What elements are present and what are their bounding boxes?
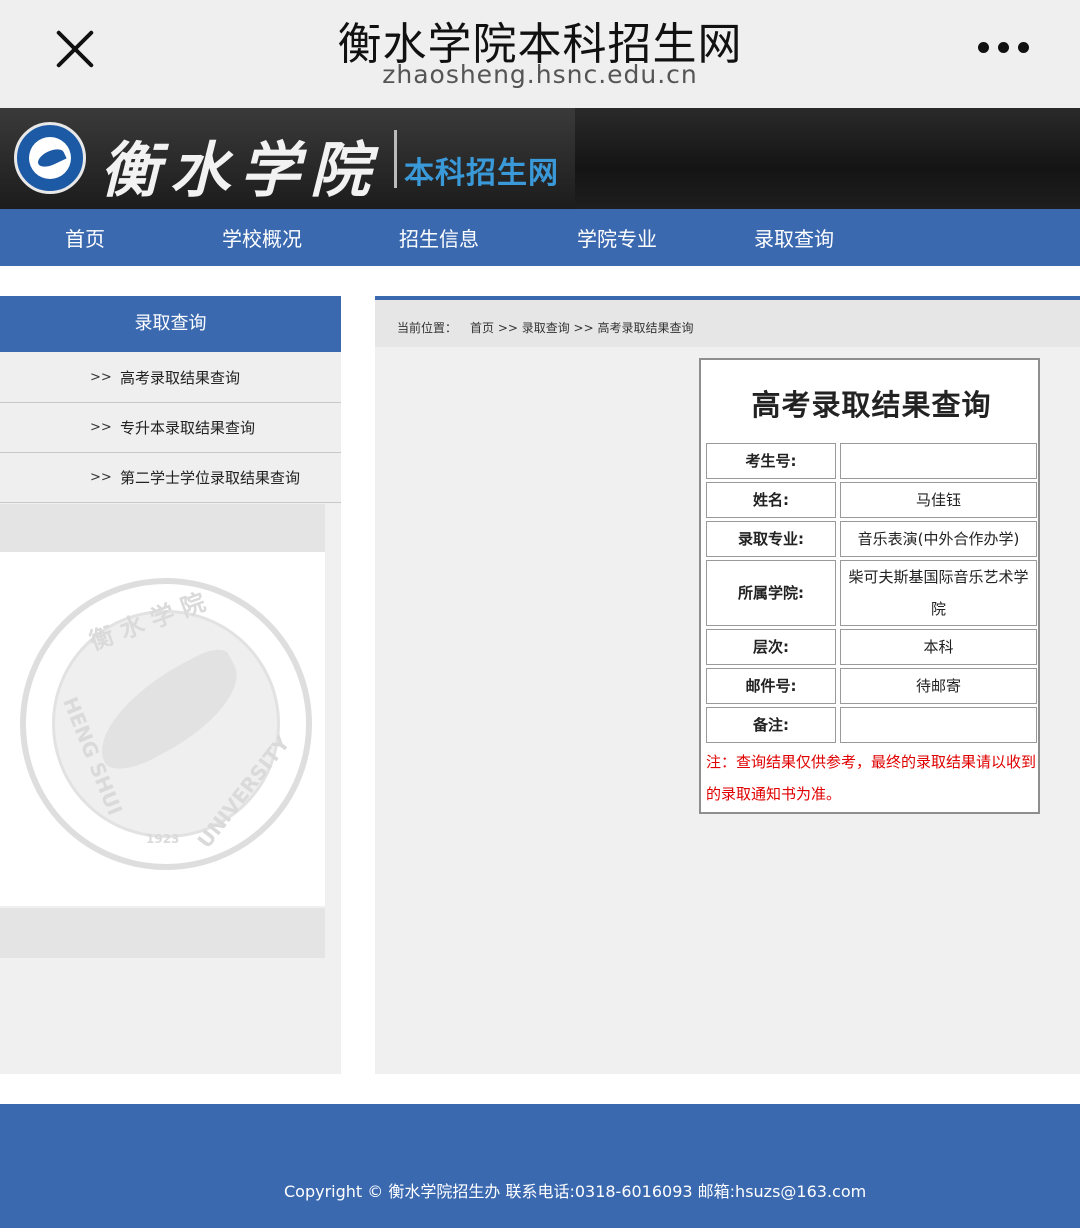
more-dot [978,42,989,53]
label-name: 姓名: [706,482,836,518]
breadcrumb-label: 当前位置： [397,321,458,335]
label-candidate-no: 考生号: [706,443,836,479]
label-mail-no: 邮件号: [706,668,836,704]
nav-item-majors[interactable]: 学院专业 [577,223,657,252]
main-nav: 首页 学校概况 招生信息 学院专业 录取查询 [0,209,1080,266]
sidebar-arrow: >> [90,420,112,435]
browser-top-bar: 衡水学院本科招生网 zhaosheng.hsnc.edu.cn [0,0,1080,108]
label-major: 录取专业: [706,521,836,557]
label-level: 层次: [706,629,836,665]
sidebar-item-gaokao[interactable]: >> 高考录取结果查询 [0,353,341,403]
value-college: 柴可夫斯基国际音乐艺术学院 [840,560,1037,626]
breadcrumb-path[interactable]: 首页 >> 录取查询 >> 高考录取结果查询 [470,319,693,336]
header-divider [394,130,397,188]
sidebar-band [0,504,325,554]
value-mail-no: 待邮寄 [840,668,1037,704]
sidebar-title: 录取查询 [0,296,341,352]
sidebar-arrow: >> [90,370,112,385]
value-name: 马佳钰 [840,482,1037,518]
result-title: 高考录取结果查询 [751,388,992,422]
university-seal-watermark: 衡 水 学 院 HENG SHUI 1923 UNIVERSITY [20,578,312,870]
sidebar-arrow: >> [90,470,112,485]
sidebar-band [0,908,325,958]
result-card: 高考录取结果查询 考生号: 姓名: 马佳钰 录取专业: 音乐表演(中外合作办学)… [699,358,1040,814]
nav-item-admission-info[interactable]: 招生信息 [399,223,479,252]
footer-copyright: Copyright © 衡水学院招生办 联系电话:0318-6016093 邮箱… [284,1182,867,1201]
label-college: 所属学院: [706,560,836,626]
nav-item-results[interactable]: 录取查询 [754,223,834,252]
result-note: 注：查询结果仅供参考，最终的录取结果请以收到的录取通知书为准。 [706,753,1037,803]
footer: Copyright © 衡水学院招生办 联系电话:0318-6016093 邮箱… [0,1104,1080,1228]
school-name: 衡水学院 [100,136,380,206]
nav-item-home[interactable]: 首页 [65,223,105,252]
sidebar-watermark-area: 衡 水 学 院 HENG SHUI 1923 UNIVERSITY [0,552,325,906]
browser-url: zhaosheng.hsnc.edu.cn [382,60,698,89]
sidebar-item-second-degree[interactable]: >> 第二学士学位录取结果查询 [0,453,341,503]
header-subtitle: 本科招生网 [404,156,559,191]
sidebar: 录取查询 >> 高考录取结果查询 >> 专升本录取结果查询 >> 第二学士学位录… [0,296,341,1074]
watermark-year: 1923 [146,832,180,846]
breadcrumb: 当前位置： 首页 >> 录取查询 >> 高考录取结果查询 [375,300,1080,347]
university-logo[interactable] [14,122,86,194]
more-dot [998,42,1009,53]
nav-item-overview[interactable]: 学校概况 [222,223,302,252]
value-level: 本科 [840,629,1037,665]
label-remarks: 备注: [706,707,836,743]
sidebar-item-label: 高考录取结果查询 [120,369,241,387]
sidebar-item-upgrade[interactable]: >> 专升本录取结果查询 [0,403,341,453]
more-dot [1018,42,1029,53]
sidebar-item-label: 第二学士学位录取结果查询 [120,469,301,487]
more-icon[interactable] [978,42,1030,56]
sidebar-item-label: 专升本录取结果查询 [120,419,256,437]
value-major: 音乐表演(中外合作办学) [840,521,1037,557]
value-remarks [840,707,1037,743]
value-candidate-no [840,443,1037,479]
site-header: 衡水学院 本科招生网 [0,108,1080,209]
